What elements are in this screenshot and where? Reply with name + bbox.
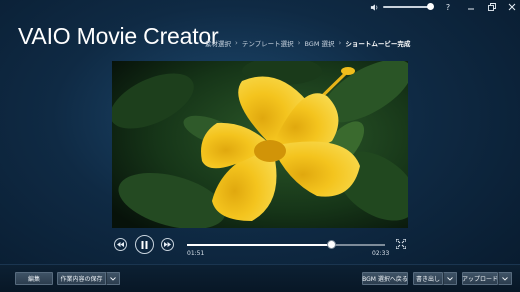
rewind-button[interactable] [114,238,127,251]
speaker-icon [370,3,378,11]
export-button[interactable]: 書き出し [413,272,443,285]
volume-slider[interactable] [383,3,434,10]
play-pause-button[interactable] [135,235,154,254]
fullscreen-icon[interactable] [396,239,406,249]
chevron-down-icon [110,276,116,281]
help-button[interactable]: ? [442,1,454,13]
upload-button[interactable]: アップロード [462,272,498,285]
restore-icon [488,3,496,11]
breadcrumb-separator-icon: › [297,39,301,47]
chevron-down-icon [502,276,508,281]
minimize-icon [468,8,474,10]
seek-bar[interactable] [187,240,385,249]
breadcrumb-step-bgm: BGM 選択 [304,40,335,48]
export-dropdown-button[interactable] [443,272,457,285]
breadcrumb-separator-icon: › [338,39,342,47]
breadcrumb-step-template: テンプレート選択 [241,40,294,48]
save-work-button[interactable]: 作業内容の保存 [57,272,106,285]
breadcrumb: 素材選択 › テンプレート選択 › BGM 選択 › ショートムービー完成 [205,38,410,48]
video-preview[interactable] [112,61,408,228]
rewind-icon [117,242,124,247]
breadcrumb-separator-icon: › [235,39,238,47]
chevron-down-icon [447,276,453,281]
save-work-dropdown-button[interactable] [106,272,120,285]
volume-slider-thumb[interactable] [427,3,434,10]
current-time: 01:51 [187,250,205,257]
total-time: 02:33 [372,250,390,257]
fast-forward-button[interactable] [161,238,174,251]
close-icon [508,3,516,11]
edit-button[interactable]: 編集 [15,272,53,285]
pause-icon [141,240,148,249]
volume-control[interactable] [370,2,434,12]
breadcrumb-step-material: 素材選択 [205,40,231,48]
restore-button[interactable] [486,1,498,13]
fast-forward-icon [164,242,171,247]
back-to-bgm-button[interactable]: BGM 選択へ戻る [362,272,408,285]
seek-bar-thumb[interactable] [326,240,336,249]
close-button[interactable] [506,1,518,13]
breadcrumb-step-complete: ショートムービー完成 [345,40,411,48]
seek-bar-progress [187,244,331,246]
upload-dropdown-button[interactable] [498,272,512,285]
minimize-button[interactable] [465,1,477,13]
hibiscus-flower-image [112,61,408,228]
app-title: VAIO Movie Creator [18,23,219,49]
